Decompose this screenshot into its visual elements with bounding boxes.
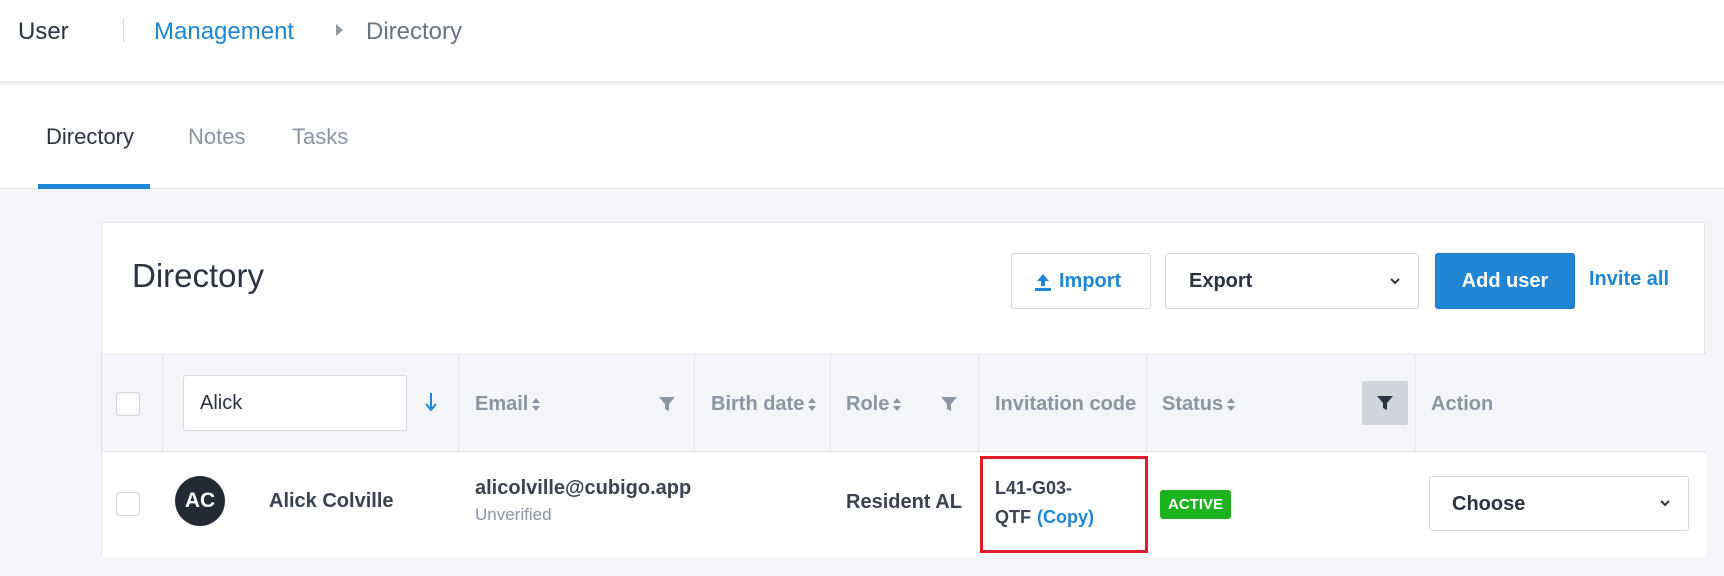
sort-down-arrow-icon[interactable] <box>425 391 437 413</box>
header-divider <box>123 18 124 42</box>
table-header: Email Birth date Role Invitation code St… <box>102 354 1706 453</box>
upload-icon <box>1035 274 1051 291</box>
action-dropdown[interactable]: Choose <box>1429 476 1689 531</box>
sort-icon <box>808 397 817 412</box>
column-header-role[interactable]: Role <box>846 393 902 416</box>
invitation-code-line-2: QTF <box>995 507 1031 527</box>
user-role: Resident AL <box>846 491 962 513</box>
sort-icon <box>1227 397 1236 412</box>
email-verification-status: Unverified <box>475 505 552 524</box>
card-title: Directory <box>132 257 265 294</box>
chevron-down-icon <box>1660 500 1670 507</box>
column-header-status[interactable]: Status <box>1162 393 1236 416</box>
column-divider <box>1415 355 1416 453</box>
directory-card: Directory Import Export Add user Invite … <box>101 222 1706 557</box>
column-divider <box>694 355 695 453</box>
filter-icon[interactable] <box>658 395 676 413</box>
user-email: alicolville@cubigo.app <box>475 477 692 499</box>
caret-right-icon <box>336 24 343 36</box>
column-header-email[interactable]: Email <box>475 393 541 416</box>
select-all-checkbox[interactable] <box>116 392 140 416</box>
breadcrumb-current: Directory <box>366 18 463 45</box>
filter-icon[interactable] <box>940 395 958 413</box>
invite-all-link[interactable]: Invite all <box>1589 268 1669 291</box>
status-badge: ACTIVE <box>1160 490 1232 519</box>
birth-date-header-label: Birth date <box>711 393 805 415</box>
column-divider <box>458 355 459 453</box>
column-divider <box>978 355 979 453</box>
column-header-action: Action <box>1431 393 1494 415</box>
breadcrumb-management-link[interactable]: Management <box>154 18 294 46</box>
avatar: AC <box>175 476 225 526</box>
tab-directory[interactable]: Directory <box>46 124 134 150</box>
copy-invitation-code-link[interactable]: (Copy) <box>1037 507 1094 528</box>
column-header-birth-date[interactable]: Birth date <box>711 393 817 416</box>
tab-notes[interactable]: Notes <box>188 124 245 150</box>
role-header-label: Role <box>846 393 890 415</box>
name-search-input[interactable] <box>183 375 407 431</box>
invitation-code-line-1: L41-G03- <box>995 478 1073 498</box>
status-header-label: Status <box>1162 393 1224 415</box>
add-user-label: Add user <box>1461 270 1549 292</box>
sort-icon <box>893 397 902 412</box>
invitation-code-highlight: L41-G03- QTF (Copy) <box>980 456 1148 553</box>
import-button[interactable]: Import <box>1011 253 1151 309</box>
add-user-button[interactable]: Add user <box>1435 253 1575 309</box>
column-divider <box>830 355 831 453</box>
action-dropdown-label: Choose <box>1452 493 1526 515</box>
filter-icon <box>1377 396 1393 410</box>
tab-bar: Directory Notes Tasks <box>0 85 1724 189</box>
top-bar: User Management Directory <box>0 0 1724 83</box>
chevron-down-icon <box>1390 278 1400 285</box>
column-divider <box>1146 355 1147 453</box>
user-name[interactable]: Alick Colville <box>269 490 394 513</box>
email-header-label: Email <box>475 393 529 415</box>
export-dropdown[interactable]: Export <box>1165 253 1419 309</box>
column-header-invitation-code: Invitation code <box>995 393 1137 415</box>
sort-icon <box>532 397 541 412</box>
status-filter-button[interactable] <box>1362 381 1408 425</box>
tab-tasks[interactable]: Tasks <box>292 124 348 150</box>
export-label: Export <box>1189 270 1253 292</box>
table-row: AC Alick Colville alicolville@cubigo.app… <box>102 453 1706 557</box>
app-title: User <box>18 18 69 45</box>
import-label: Import <box>1059 270 1122 292</box>
active-tab-indicator <box>38 184 150 189</box>
row-checkbox[interactable] <box>116 492 140 516</box>
column-divider <box>162 355 163 453</box>
